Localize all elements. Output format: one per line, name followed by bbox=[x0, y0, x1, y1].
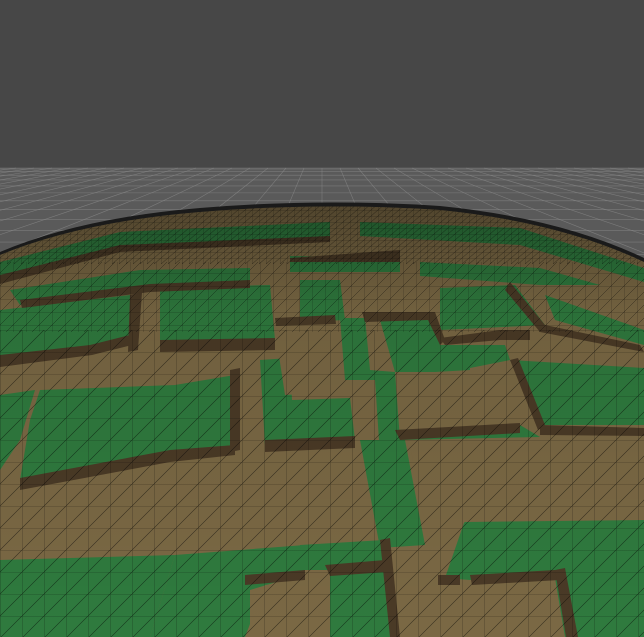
3d-scene-viewport[interactable] bbox=[0, 0, 644, 637]
scene-canvas[interactable] bbox=[0, 0, 644, 637]
dome-terrain bbox=[0, 206, 644, 637]
sky-background bbox=[0, 0, 644, 170]
